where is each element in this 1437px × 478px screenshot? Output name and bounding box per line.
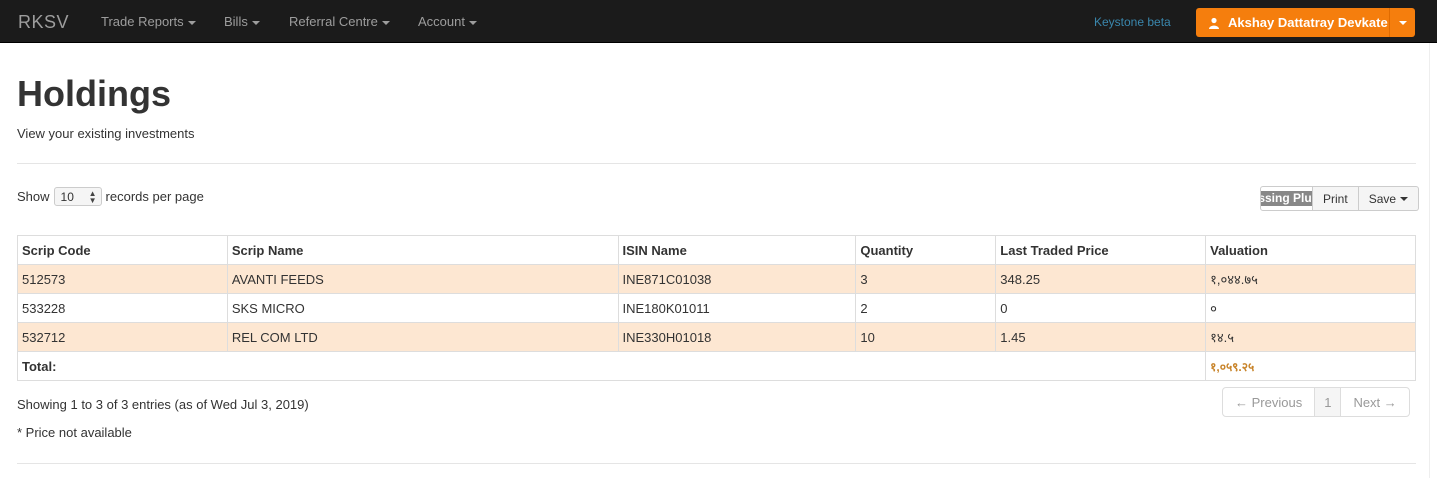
menu-account[interactable]: Account	[418, 14, 477, 29]
cell-scrip-code: 533228	[17, 293, 228, 323]
caret-down-icon	[381, 20, 390, 25]
total-value: १,०५९.२५	[1205, 351, 1416, 381]
menu-bills-label: Bills	[224, 14, 248, 29]
print-label: Print	[1323, 191, 1348, 206]
table-row: 532712 REL COM LTD INE330H01018 10 1.45 …	[17, 322, 1416, 352]
show-label: Show	[17, 189, 50, 204]
total-label: Total:	[16, 351, 1207, 381]
cell-isin: INE871C01038	[617, 264, 857, 294]
col-scrip-code[interactable]: Scrip Code	[17, 235, 228, 265]
cell-ltp: 348.25	[995, 264, 1207, 294]
menu-trade-reports-label: Trade Reports	[101, 14, 184, 29]
table-row: 533228 SKS MICRO INE180K01011 2 0 ०	[17, 293, 1416, 323]
menu-trade-reports[interactable]: Trade Reports	[101, 14, 196, 29]
cell-isin: INE330H01018	[617, 322, 857, 352]
entries-info: Showing 1 to 3 of 3 entries (as of Wed J…	[17, 397, 309, 412]
menu-referral-centre[interactable]: Referral Centre	[289, 14, 390, 29]
col-isin-name[interactable]: ISIN Name	[617, 235, 857, 265]
page-size-value: 10	[60, 189, 74, 204]
select-arrows-icon: ▲ ▼	[88, 189, 97, 205]
next-page-button[interactable]: Next →	[1341, 388, 1408, 416]
caret-down-icon	[468, 20, 477, 25]
brand-logo[interactable]: RKSV	[18, 12, 69, 33]
cell-ltp: 0	[995, 293, 1207, 323]
page-title: Holdings	[17, 73, 171, 114]
cell-valuation: ०	[1205, 293, 1416, 323]
page-size-control: Show 10 ▲ ▼ records per page	[17, 187, 204, 206]
menu-account-label: Account	[418, 14, 465, 29]
cell-scrip-name: SKS MICRO	[226, 293, 619, 323]
cell-scrip-name: AVANTI FEEDS	[226, 264, 619, 294]
user-name-button[interactable]: Akshay Dattatray Devkate	[1196, 8, 1389, 37]
page-scrollbar[interactable]	[1429, 43, 1437, 478]
table-row: 512573 AVANTI FEEDS INE871C01038 3 348.2…	[17, 264, 1416, 294]
cell-isin: INE180K01011	[617, 293, 857, 323]
user-menu-button[interactable]: Akshay Dattatray Devkate	[1196, 8, 1415, 37]
menu-referral-centre-label: Referral Centre	[289, 14, 378, 29]
divider	[17, 163, 1416, 164]
top-navbar: RKSV Trade Reports Bills Referral Centre…	[0, 0, 1437, 43]
cell-scrip-code: 512573	[17, 264, 228, 294]
caret-down-icon	[187, 20, 196, 25]
save-button[interactable]: Save	[1358, 186, 1420, 211]
keystone-beta-link[interactable]: Keystone beta	[1094, 15, 1171, 29]
holdings-table: Scrip Code Scrip Name ISIN Name Quantity…	[16, 235, 1416, 381]
col-last-traded-price[interactable]: Last Traded Price	[995, 235, 1207, 265]
cell-valuation: १४.५	[1205, 322, 1416, 352]
col-valuation[interactable]: Valuation	[1205, 235, 1416, 265]
caret-down-icon	[251, 20, 260, 25]
print-button[interactable]: Print	[1313, 186, 1359, 211]
col-quantity[interactable]: Quantity	[855, 235, 997, 265]
table-tools: issing Plug Print Save	[1260, 186, 1420, 211]
cell-quantity: 10	[855, 322, 997, 352]
cell-ltp: 1.45	[995, 322, 1207, 352]
table-header-row: Scrip Code Scrip Name ISIN Name Quantity…	[17, 235, 1416, 265]
user-name: Akshay Dattatray Devkate	[1228, 15, 1388, 30]
divider	[17, 463, 1416, 464]
page-1-button[interactable]: 1	[1314, 388, 1342, 416]
total-row: Total: १,०५९.२५	[16, 351, 1416, 381]
caret-down-icon	[1400, 196, 1409, 201]
cell-scrip-code: 532712	[17, 322, 228, 352]
previous-page-button[interactable]: ← Previous	[1223, 388, 1314, 416]
cell-quantity: 2	[855, 293, 997, 323]
menu-bills[interactable]: Bills	[224, 14, 260, 29]
user-icon	[1209, 17, 1219, 29]
caret-down-icon	[1398, 20, 1407, 25]
cell-valuation: १,०४४.७५	[1205, 264, 1416, 294]
missing-plugin-label: issing Plug	[1261, 191, 1312, 206]
user-dropdown-toggle[interactable]	[1389, 8, 1415, 37]
page-size-select[interactable]: 10 ▲ ▼	[53, 187, 102, 206]
cell-scrip-name: REL COM LTD	[226, 322, 619, 352]
missing-plugin-button[interactable]: issing Plug	[1260, 186, 1313, 211]
col-scrip-name[interactable]: Scrip Name	[226, 235, 619, 265]
per-page-label: records per page	[105, 189, 204, 204]
pagination: ← Previous 1 Next →	[1222, 387, 1410, 417]
price-note: * Price not available	[17, 425, 132, 440]
save-label: Save	[1368, 191, 1397, 206]
cell-quantity: 3	[855, 264, 997, 294]
page-subtitle: View your existing investments	[17, 126, 195, 141]
